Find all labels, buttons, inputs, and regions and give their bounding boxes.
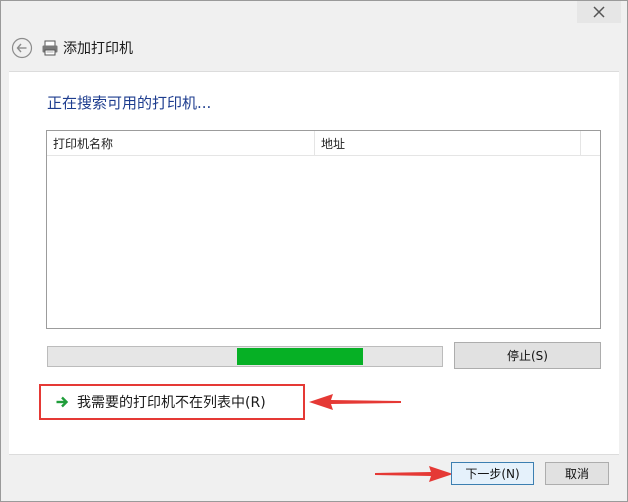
annotation-arrow-icon — [309, 394, 401, 410]
column-header-printer-name[interactable]: 打印机名称 — [47, 131, 315, 155]
title-bar: 添加打印机 — [11, 33, 133, 63]
table-header: 打印机名称 地址 — [47, 131, 600, 156]
back-button[interactable] — [11, 37, 33, 59]
close-icon — [593, 6, 605, 18]
printer-not-listed-label: 我需要的打印机不在列表中(R) — [77, 395, 266, 411]
printer-icon — [41, 39, 59, 57]
add-printer-window: 添加打印机 正在搜索可用的打印机... 打印机名称 地址 停止(S) 我需要的打… — [0, 0, 628, 502]
column-header-empty — [581, 131, 600, 155]
printer-list-table[interactable]: 打印机名称 地址 — [46, 130, 601, 329]
progress-bar-fill — [237, 348, 364, 365]
next-button[interactable]: 下一步(N) — [451, 462, 534, 485]
back-arrow-icon — [11, 37, 33, 59]
printer-not-listed-link[interactable]: 我需要的打印机不在列表中(R) — [39, 384, 305, 420]
content-panel: 正在搜索可用的打印机... 打印机名称 地址 停止(S) 我需要的打印机不在列表… — [9, 71, 619, 455]
cancel-button[interactable]: 取消 — [545, 462, 609, 485]
annotation-arrow-icon — [375, 466, 453, 482]
green-arrow-icon — [55, 395, 69, 409]
stop-button[interactable]: 停止(S) — [454, 342, 601, 369]
column-header-address[interactable]: 地址 — [315, 131, 581, 155]
window-title: 添加打印机 — [63, 41, 133, 57]
page-heading: 正在搜索可用的打印机... — [47, 94, 212, 112]
search-progress-bar — [47, 346, 443, 367]
close-button[interactable] — [577, 1, 621, 23]
